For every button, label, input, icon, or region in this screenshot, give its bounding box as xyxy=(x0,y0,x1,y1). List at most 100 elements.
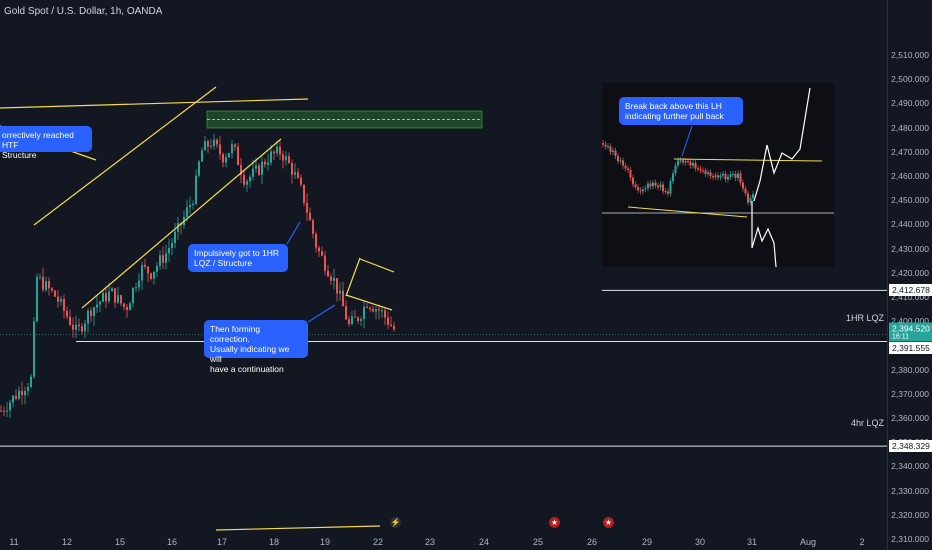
candle xyxy=(604,141,607,150)
candle xyxy=(99,300,101,313)
candle xyxy=(69,309,71,327)
candle xyxy=(637,183,639,194)
candle xyxy=(132,287,134,308)
candle xyxy=(297,167,299,179)
candle xyxy=(165,244,167,270)
candle xyxy=(724,170,727,183)
y-tick-label: 2,510.000 xyxy=(891,49,929,60)
y-tick-label: 2,320.000 xyxy=(891,509,929,520)
x-tick-label: 18 xyxy=(268,537,280,547)
candle xyxy=(697,165,699,172)
candle xyxy=(719,172,722,181)
time-axis[interactable]: 11 12 15 16 17 18 19 22 23 24 25 26 29 30 31 Aug 2 xyxy=(0,530,887,550)
candle xyxy=(363,301,365,329)
us-flag-icon[interactable]: ★ xyxy=(549,517,560,528)
callout-inset[interactable]: Break back above this LH indicating furth… xyxy=(619,97,743,125)
x-tick-label: 30 xyxy=(694,537,706,547)
candle xyxy=(279,141,281,160)
candle xyxy=(354,309,356,318)
candle xyxy=(607,143,609,150)
candle xyxy=(87,308,89,333)
x-tick-label: 12 xyxy=(61,537,73,547)
candle xyxy=(162,246,164,270)
candle xyxy=(737,170,739,181)
candle xyxy=(225,153,227,168)
candle xyxy=(324,250,326,276)
candle xyxy=(153,271,155,285)
price-tag-level-2391: 2,391.555 xyxy=(889,341,932,354)
candle xyxy=(174,222,176,249)
candle xyxy=(222,152,224,168)
y-tick-label: 2,370.000 xyxy=(891,388,929,399)
supply-zone xyxy=(206,110,483,129)
candle xyxy=(240,157,242,184)
candle xyxy=(96,296,98,314)
candle xyxy=(384,307,386,326)
candle xyxy=(261,156,263,184)
candle xyxy=(749,195,752,206)
candle xyxy=(609,143,612,155)
candle xyxy=(42,267,44,293)
candle xyxy=(105,286,107,309)
event-icon-1[interactable]: ⚡ xyxy=(390,517,401,528)
candle xyxy=(342,281,344,307)
candle xyxy=(390,316,392,327)
candle xyxy=(39,273,41,281)
candle xyxy=(243,169,245,188)
candle xyxy=(135,282,137,293)
candle xyxy=(729,171,732,180)
candle xyxy=(234,143,236,151)
us-flag-icon[interactable]: ★ xyxy=(603,517,614,528)
candle xyxy=(144,258,146,270)
candle xyxy=(722,170,724,179)
candle xyxy=(318,245,320,257)
candle xyxy=(237,142,239,166)
candle xyxy=(734,171,737,181)
candle xyxy=(141,261,143,290)
callout-pointer xyxy=(307,304,336,323)
candle xyxy=(0,405,2,412)
candle xyxy=(634,181,637,190)
candle xyxy=(312,218,314,239)
callout-htf[interactable]: orrectively reached HTF Structure xyxy=(0,126,92,160)
candle xyxy=(267,153,269,171)
candle xyxy=(366,303,368,309)
price-tag-level-2412: 2,412.678 xyxy=(889,284,932,297)
x-tick-label: 16 xyxy=(166,537,178,547)
candle xyxy=(102,290,104,303)
callout-correction[interactable]: Then forming correction. Usually indicati… xyxy=(204,320,308,374)
x-tick-label: 26 xyxy=(586,537,598,547)
candle xyxy=(114,288,116,308)
candle xyxy=(291,159,293,184)
trendline xyxy=(345,257,361,297)
candle xyxy=(351,310,353,326)
y-tick-label: 2,440.000 xyxy=(891,219,929,230)
candle xyxy=(744,185,747,197)
candle xyxy=(739,170,742,186)
candle xyxy=(652,179,654,190)
candle xyxy=(659,181,662,191)
candle xyxy=(18,386,20,401)
candle xyxy=(639,187,642,195)
candle xyxy=(3,406,5,417)
candle xyxy=(78,318,80,332)
candle xyxy=(372,305,374,313)
candle xyxy=(712,173,714,181)
x-tick-label: 23 xyxy=(424,537,436,547)
trendline xyxy=(0,98,309,109)
candle xyxy=(48,277,50,296)
candle xyxy=(330,273,332,286)
candle xyxy=(6,401,8,417)
candle xyxy=(664,188,667,195)
candle xyxy=(198,159,200,178)
candle xyxy=(348,315,350,327)
candles xyxy=(0,133,395,419)
candle xyxy=(689,158,692,169)
candle xyxy=(129,301,131,311)
callout-impulse[interactable]: Impulsively got to 1HR LQZ / Structure xyxy=(188,244,288,272)
price-axis[interactable]: 2,510.000 2,500.000 2,490.000 2,480.000 2,47… xyxy=(887,0,932,550)
candle xyxy=(294,163,296,180)
x-tick-label: 19 xyxy=(319,537,331,547)
candle xyxy=(45,276,47,293)
candle xyxy=(393,321,395,332)
